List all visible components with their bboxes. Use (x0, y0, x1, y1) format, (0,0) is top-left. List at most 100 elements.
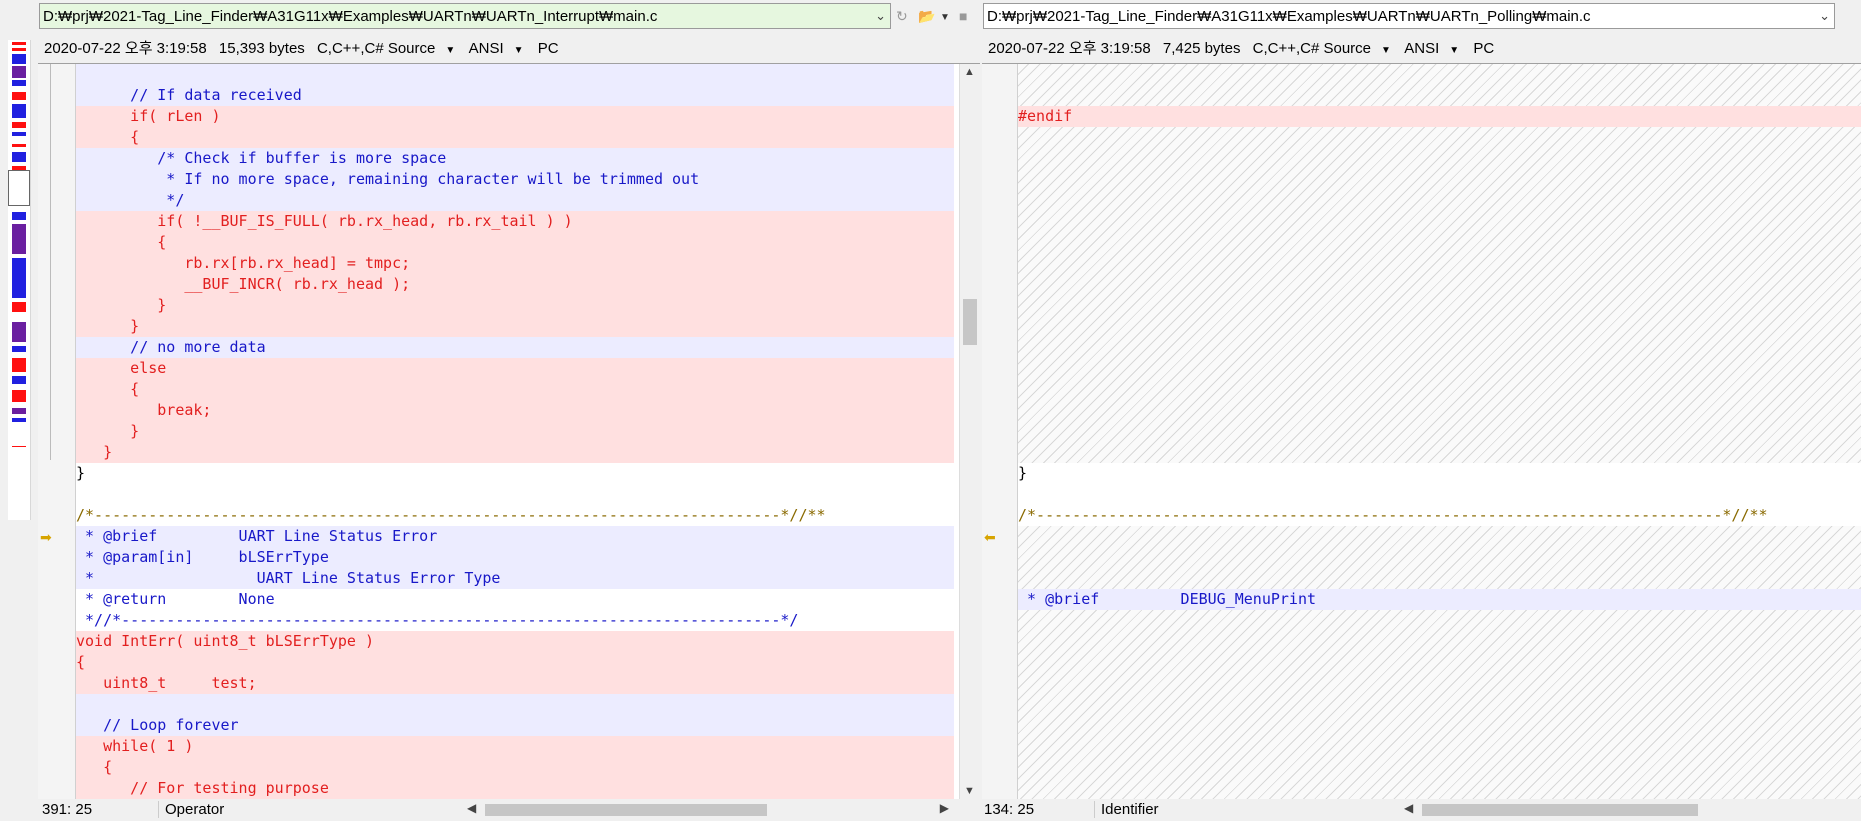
missing-lines-hatch (1018, 64, 1861, 106)
scroll-up-icon[interactable]: ▲ (964, 66, 975, 78)
code-line: __BUF_INCR( rb.rx_head ); (76, 274, 954, 295)
left-file-pane: D:₩prj₩2021-Tag_Line_Finder₩A31G11x₩Exam… (38, 0, 980, 821)
code-line: if( rLen ) (76, 106, 954, 127)
code-line: // If data received (76, 85, 954, 106)
code-line: /* Check if buffer is more space (76, 148, 954, 169)
diff-overview-map[interactable] (8, 40, 31, 520)
code-line: break; (76, 400, 954, 421)
code-line (76, 64, 954, 85)
missing-lines-hatch (1018, 526, 1861, 589)
overview-mark (12, 358, 26, 372)
token-type: Operator (158, 801, 224, 818)
right-path-combobox[interactable]: D:₩prj₩2021-Tag_Line_Finder₩A31G11x₩Exam… (983, 3, 1835, 29)
code-line: } (76, 442, 954, 463)
token-type: Identifier (1094, 801, 1159, 818)
code-line: void IntErr( uint8_t bLSErrType ) (76, 631, 954, 652)
scroll-thumb[interactable] (1422, 804, 1698, 816)
file-size: 7,425 bytes (1162, 40, 1241, 57)
code-line: * @param[in] bLSErrType (76, 547, 954, 568)
code-line: * @brief DEBUG_MenuPrint (1018, 589, 1861, 610)
file-date: 2020-07-22 오후 3:19:58 (988, 40, 1151, 57)
chevron-down-icon[interactable]: ⌄ (875, 8, 886, 24)
scroll-thumb[interactable] (963, 299, 977, 345)
left-horizontal-scrollbar[interactable]: ◀ ▶ (463, 801, 953, 819)
right-horizontal-scrollbar[interactable]: ◀ (1400, 801, 1858, 819)
overview-viewport[interactable] (8, 170, 30, 206)
file-type-select[interactable]: C,C++,C# Source (1253, 40, 1371, 57)
chevron-down-icon[interactable]: ▼ (445, 45, 455, 56)
code-line (76, 694, 954, 715)
scroll-down-icon[interactable]: ▼ (964, 785, 975, 797)
code-line (1018, 484, 1861, 505)
code-line: // For testing purpose (76, 778, 954, 799)
left-code-view[interactable]: // If data received if( rLen ) { /* Chec… (76, 64, 954, 799)
overview-mark (12, 224, 26, 254)
overview-mark (12, 376, 26, 384)
overview-mark (12, 258, 26, 298)
chevron-down-icon[interactable]: ▼ (1381, 45, 1391, 56)
fold-guide (50, 64, 51, 460)
code-line: uint8_t test; (76, 673, 954, 694)
right-code-view[interactable]: #endif } /*-----------------------------… (1018, 64, 1861, 799)
code-line: rb.rx[rb.rx_head] = tmpc; (76, 253, 954, 274)
diff-arrow-icon[interactable]: ➡ (40, 529, 52, 546)
overview-mark (12, 408, 26, 414)
diff-arrow-icon[interactable]: ⬅ (984, 529, 996, 546)
right-editor[interactable]: ⬅ #endif } /*---------------------------… (982, 63, 1861, 799)
chevron-down-icon[interactable]: ▼ (940, 12, 950, 23)
missing-lines-hatch (1018, 610, 1861, 799)
scroll-left-icon[interactable]: ◀ (467, 801, 476, 815)
overview-mark (12, 92, 26, 100)
code-line: // Loop forever (76, 715, 954, 736)
overview-mark (12, 446, 26, 447)
right-path-text: D:₩prj₩2021-Tag_Line_Finder₩A31G11x₩Exam… (987, 8, 1591, 25)
overview-mark (12, 152, 26, 162)
left-vertical-scrollbar[interactable]: ▲ ▼ (959, 64, 980, 799)
chevron-down-icon[interactable]: ▼ (1449, 45, 1459, 56)
open-folder-icon[interactable]: 📂 (918, 8, 935, 25)
left-editor[interactable]: ➡ // If data received if( rLen ) { /* Ch… (38, 63, 980, 799)
code-line: * If no more space, remaining character … (76, 169, 954, 190)
code-line: } (1018, 463, 1861, 484)
overview-mark (12, 212, 26, 220)
code-line: if( !__BUF_IS_FULL( rb.rx_head, rb.rx_ta… (76, 211, 954, 232)
left-path-text: D:₩prj₩2021-Tag_Line_Finder₩A31G11x₩Exam… (43, 8, 658, 25)
code-line: { (76, 127, 954, 148)
right-file-pane: D:₩prj₩2021-Tag_Line_Finder₩A31G11x₩Exam… (982, 0, 1861, 821)
left-gutter: ➡ (38, 64, 76, 799)
overview-mark (12, 132, 26, 136)
scroll-right-icon[interactable]: ▶ (940, 801, 949, 815)
code-line: #endif (1018, 106, 1861, 127)
code-line: * UART Line Status Error Type (76, 568, 954, 589)
overview-mark (12, 302, 26, 312)
scroll-thumb[interactable] (485, 804, 767, 816)
code-line: } (76, 295, 954, 316)
missing-lines-hatch (1018, 127, 1861, 463)
code-line: } (76, 463, 954, 484)
code-line: /*--------------------------------------… (76, 505, 954, 526)
code-line: { (76, 652, 954, 673)
overview-mark (12, 54, 26, 64)
encoding-select[interactable]: ANSI (1404, 40, 1439, 57)
left-path-combobox[interactable]: D:₩prj₩2021-Tag_Line_Finder₩A31G11x₩Exam… (39, 3, 891, 29)
encoding-select[interactable]: ANSI (469, 40, 504, 57)
save-icon[interactable]: ■ (959, 8, 967, 24)
code-line: * @brief UART Line Status Error (76, 526, 954, 547)
code-line: */ (76, 190, 954, 211)
overview-mark (12, 48, 26, 51)
right-file-info: 2020-07-22 오후 3:19:58 7,425 bytes C,C++,… (988, 37, 1502, 59)
overview-mark (12, 346, 26, 352)
sync-icon[interactable]: ↻ (896, 8, 908, 25)
code-line: /*--------------------------------------… (1018, 505, 1861, 526)
chevron-down-icon[interactable]: ⌄ (1819, 8, 1830, 24)
chevron-down-icon[interactable]: ▼ (514, 45, 524, 56)
left-file-info: 2020-07-22 오후 3:19:58 15,393 bytes C,C++… (44, 37, 567, 59)
eol-select[interactable]: PC (1473, 40, 1494, 57)
file-date: 2020-07-22 오후 3:19:58 (44, 40, 207, 57)
cursor-position: 391: 25 (42, 801, 93, 818)
file-type-select[interactable]: C,C++,C# Source (317, 40, 435, 57)
eol-select[interactable]: PC (538, 40, 559, 57)
code-line: { (76, 232, 954, 253)
scroll-left-icon[interactable]: ◀ (1404, 801, 1413, 815)
code-line: *//*------------------------------------… (76, 610, 954, 631)
